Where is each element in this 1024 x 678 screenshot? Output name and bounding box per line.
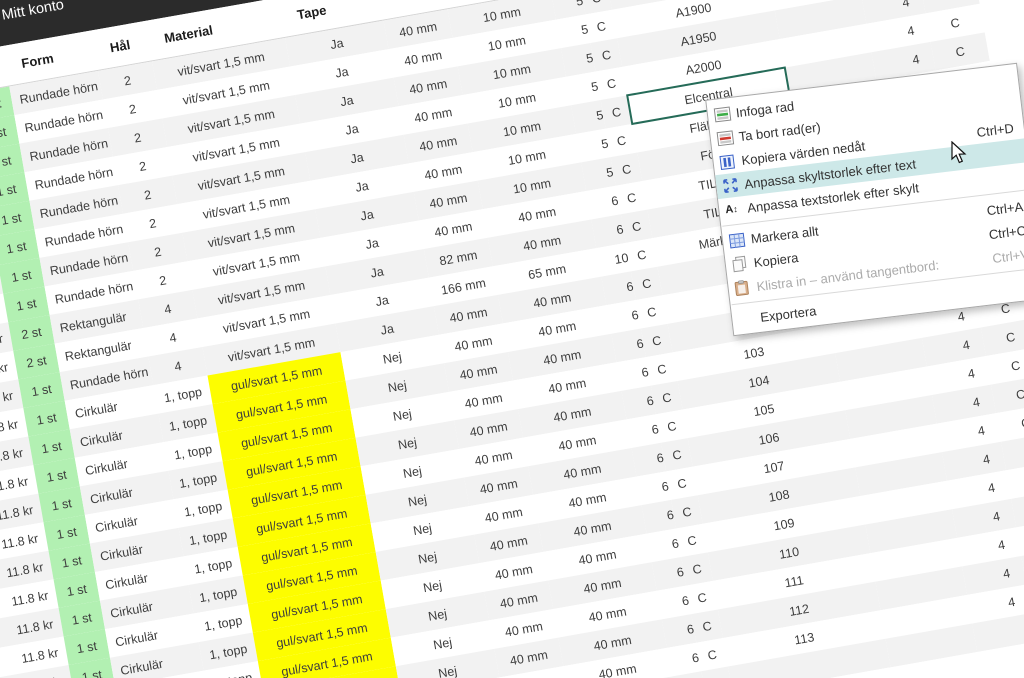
mouse-cursor-icon (948, 141, 970, 165)
nav-item-mitt-konto[interactable]: Mitt konto (1, 0, 66, 24)
app-viewport: Mitt konto Form Hål Material Tape 11.8 k… (0, 0, 1024, 678)
menu-icon-spacer (737, 309, 761, 327)
select-all-icon (728, 231, 752, 249)
header-form: Form (12, 40, 111, 72)
menu-item-shortcut: Ctrl+C (988, 222, 1024, 241)
header-hal: Hål (109, 31, 166, 55)
resize-sign-icon (722, 176, 746, 194)
paste-icon (734, 278, 758, 296)
menu-item-shortcut: Ctrl+V (992, 246, 1024, 265)
header-tape: Tape (296, 0, 397, 22)
menu-item-shortcut: Ctrl+A (986, 199, 1024, 218)
delete-row-icon (716, 128, 740, 146)
context-menu: Infoga radTa bort rad(er)Kopiera värden … (705, 63, 1024, 337)
insert-row-icon (713, 104, 737, 122)
header-qty (0, 64, 14, 71)
text-size-icon: A↕ (724, 200, 748, 218)
copy-icon (731, 254, 755, 272)
rotated-scene: Mitt konto Form Hål Material Tape 11.8 k… (0, 0, 987, 67)
menu-item-shortcut: Ctrl+D (976, 120, 1015, 139)
fill-down-icon (719, 152, 743, 170)
